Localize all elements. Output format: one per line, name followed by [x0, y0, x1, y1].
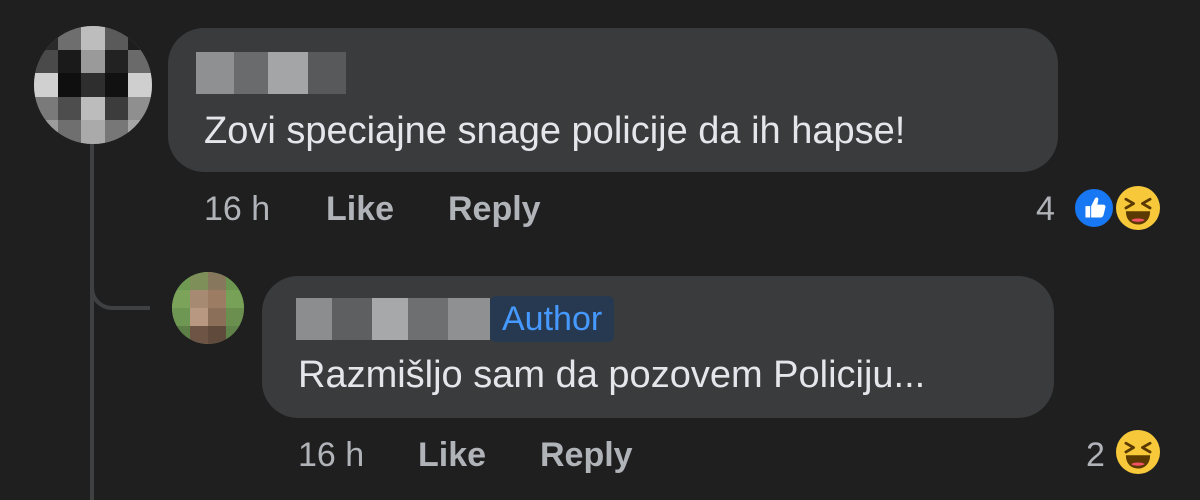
author-badge: Author [490, 296, 615, 342]
comment-text: Razmišljo sam da pozovem Policiju... [298, 354, 926, 396]
thread-line [90, 140, 94, 500]
reply-button[interactable]: Reply [448, 190, 541, 229]
censored-username[interactable] [296, 298, 490, 340]
thread-branch-line [90, 262, 150, 310]
avatar[interactable] [34, 26, 152, 144]
like-button[interactable]: Like [418, 436, 486, 475]
haha-icon[interactable] [1116, 430, 1160, 474]
reaction-count[interactable]: 4 [1036, 190, 1055, 229]
censored-username[interactable] [196, 52, 346, 94]
comment-text: Zovi speciajne snage policije da ih haps… [204, 110, 906, 152]
reaction-count[interactable]: 2 [1086, 436, 1105, 475]
comment-timestamp[interactable]: 16 h [298, 436, 364, 475]
comment-timestamp[interactable]: 16 h [204, 190, 270, 229]
haha-icon[interactable] [1116, 186, 1160, 230]
avatar[interactable] [172, 272, 244, 344]
like-icon[interactable] [1072, 186, 1116, 230]
like-button[interactable]: Like [326, 190, 394, 229]
reply-button[interactable]: Reply [540, 436, 633, 475]
